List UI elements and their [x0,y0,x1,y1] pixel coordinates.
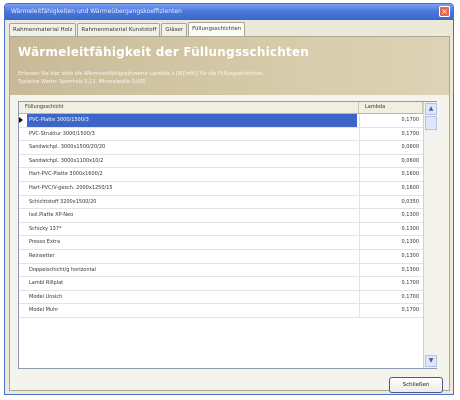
table-row[interactable]: Model Muhr 0,1700 [19,304,423,318]
cell-fuellungsschicht[interactable]: Hart-PVC/V-gesch. 2000x1250/15 [27,182,357,195]
cell-lambda[interactable]: 0,1700 [359,277,423,290]
banner-description-line-2: Typische Werte: Sperrholz 0,13, Mineralw… [18,79,146,85]
cell-fuellungsschicht[interactable]: Schichtstoff 3200x1500/20 [27,196,357,209]
table-row[interactable]: PVC-Struktur 3000/1500/3 0,1700 [19,127,423,142]
scroll-up-icon[interactable]: ▲ [425,103,437,115]
table-row[interactable]: Hart-PVC/V-gesch. 2000x1250/15 0,1600 [19,181,423,196]
table-row[interactable]: Sandwichpl. 3000x1100x10/2 0,0600 [19,154,423,169]
table-row[interactable]: Schichtstoff 3200x1500/20 0,0350 [19,195,423,210]
cell-lambda[interactable]: 0,1300 [359,236,423,249]
column-header-fuellungsschicht[interactable]: Füllungsschicht [19,102,359,113]
row-pointer-icon [19,117,23,123]
cell-lambda[interactable]: 0,1600 [359,168,423,181]
vertical-scrollbar[interactable]: ▲ ▼ [423,102,437,368]
close-button[interactable]: Schließen [389,377,443,393]
scroll-thumb[interactable] [425,116,437,130]
cell-lambda[interactable]: 0,1700 [359,290,423,304]
tab-panel: Wärmeleitfähigkeit der Füllungsschichten… [9,36,450,393]
column-header-lambda[interactable]: Lambda [359,102,423,113]
scroll-down-icon[interactable]: ▼ [425,355,437,367]
cell-fuellungsschicht[interactable]: Model Muhr [27,304,357,317]
table-row[interactable]: Isol.Platte XP-Neo 0,1300 [19,209,423,223]
cell-fuellungsschicht[interactable]: Lambl Rillplat [27,277,357,290]
table-row[interactable]: Reinsetter 0,1300 [19,249,423,264]
tab-strip: Rahmenmaterial Holz Rahmenmaterial Kunst… [9,22,246,36]
tab-fuellungsschichten[interactable]: Füllungsschichten [188,22,246,36]
grid-rows: PVC-Platte 3000/1500/3 0,1700 PVC-Struktur… [19,114,423,318]
cell-fuellungsschicht[interactable]: Isol.Platte XP-Neo [27,209,357,222]
table-row[interactable]: Sandwichpl. 3000x1500/20/20 0,0600 [19,141,423,155]
table-row[interactable]: Schicky 137* 0,1300 [19,222,423,237]
cell-lambda[interactable]: 0,0600 [359,141,423,154]
cell-fuellungsschicht[interactable]: Sandwichpl. 3000x1100x10/2 [27,155,357,168]
header-banner: Wärmeleitfähigkeit der Füllungsschichten… [10,37,449,95]
table-row[interactable]: PVC-Platte 3000/1500/3 0,1700 [19,114,423,128]
tab-rahmenmaterial-holz[interactable]: Rahmenmaterial Holz [9,23,77,36]
cell-fuellungsschicht[interactable]: Schicky 137* [27,223,357,236]
cell-fuellungsschicht[interactable]: PVC-Platte 3000/1500/3 [27,114,357,127]
cell-lambda[interactable]: 0,1600 [359,181,423,195]
banner-description: Erfassen Sie hier bitte die Wärmeleitfäh… [18,70,264,86]
close-icon[interactable]: × [439,6,450,17]
data-grid: Füllungsschicht Lambda PVC-Platte 3000/1… [18,101,437,369]
banner-description-line-1: Erfassen Sie hier bitte die Wärmeleitfäh… [18,71,265,77]
tab-rahmenmaterial-kunststoff[interactable]: Rahmenmaterial Kunststoff [77,23,161,36]
dialog-window: Wärmeleitfähigkeiten und Wärmeübergangsk… [4,3,454,395]
cell-lambda[interactable]: 0,1700 [359,304,423,317]
tab-glaeser[interactable]: Gläser [161,23,188,36]
cell-lambda[interactable]: 0,0600 [359,154,423,168]
cell-fuellungsschicht[interactable]: Model Unsich [27,291,357,304]
table-row[interactable]: Doppelschicht/g horizontal 0,1300 [19,263,423,278]
table-row[interactable]: Lambl Rillplat 0,1700 [19,277,423,291]
cell-lambda[interactable]: 0,1700 [359,127,423,141]
cell-lambda[interactable]: 0,1700 [359,114,423,127]
title-bar[interactable]: Wärmeleitfähigkeiten und Wärmeübergangsk… [5,4,453,20]
table-row[interactable]: Hart-PVC-Platte 3000x1600/2 0,1600 [19,168,423,182]
page-title: Wärmeleitfähigkeit der Füllungsschichten [18,45,309,59]
cell-fuellungsschicht[interactable]: Reinsetter [27,250,357,263]
cell-fuellungsschicht[interactable]: Doppelschicht/g horizontal [27,264,357,277]
cell-fuellungsschicht[interactable]: Sandwichpl. 3000x1500/20/20 [27,141,357,154]
window-title: Wärmeleitfähigkeiten und Wärmeübergangsk… [11,8,182,15]
cell-lambda[interactable]: 0,1300 [359,249,423,263]
cell-lambda[interactable]: 0,1300 [359,222,423,236]
grid-header: Füllungsschicht Lambda [19,102,423,114]
table-row[interactable]: Presso Extra 0,1300 [19,236,423,250]
cell-lambda[interactable]: 0,1300 [359,209,423,222]
cell-fuellungsschicht[interactable]: PVC-Struktur 3000/1500/3 [27,128,357,141]
cell-fuellungsschicht[interactable]: Presso Extra [27,236,357,249]
cell-lambda[interactable]: 0,1300 [359,263,423,277]
table-row[interactable]: Model Unsich 0,1700 [19,290,423,305]
cell-fuellungsschicht[interactable]: Hart-PVC-Platte 3000x1600/2 [27,168,357,181]
cell-lambda[interactable]: 0,0350 [359,195,423,209]
